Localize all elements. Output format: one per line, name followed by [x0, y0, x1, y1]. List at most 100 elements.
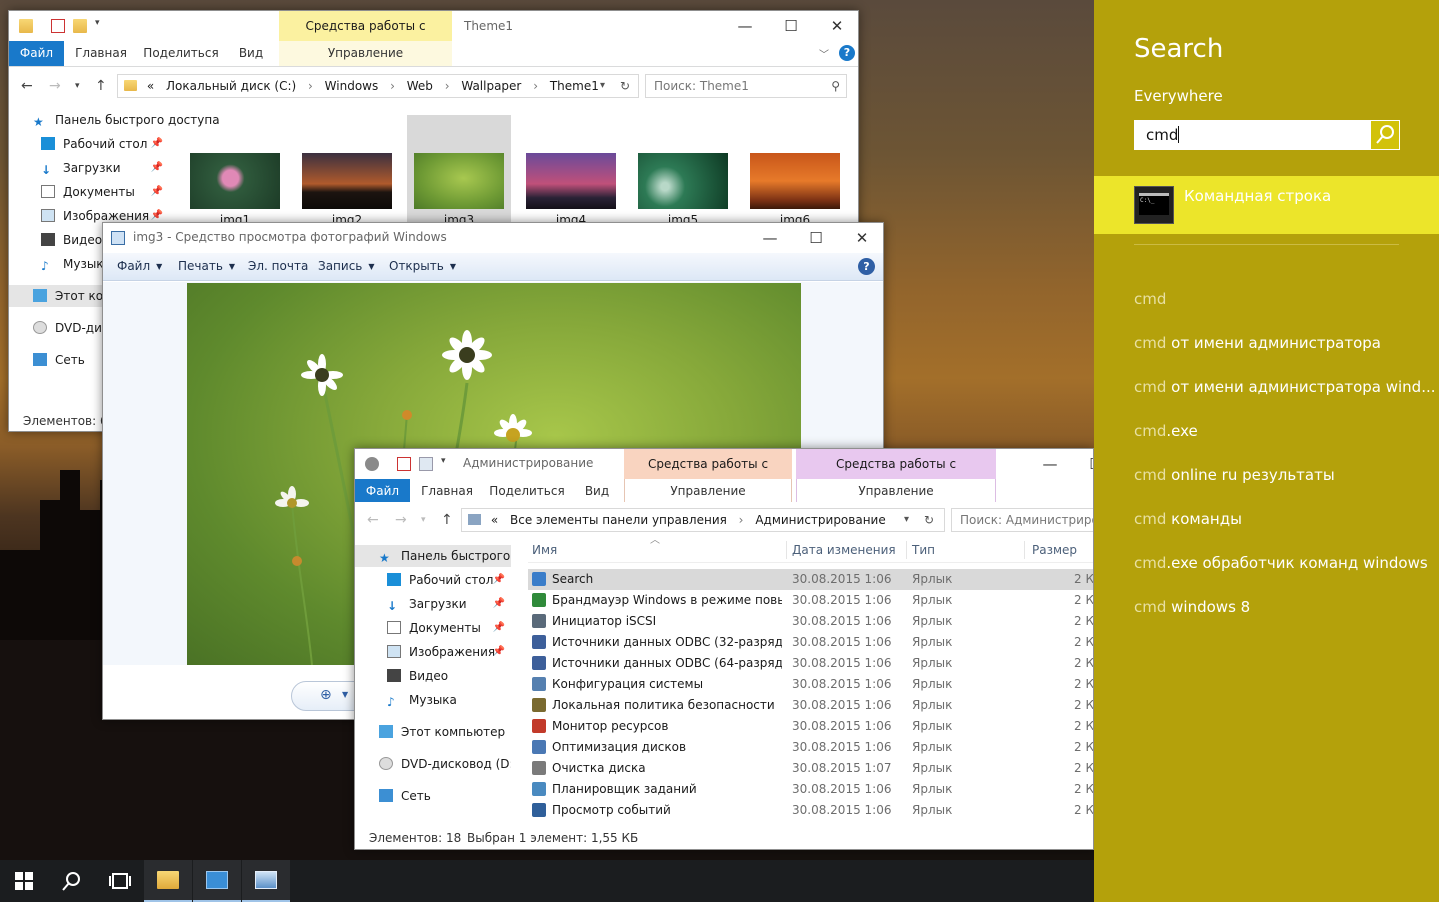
forward-arrow-icon[interactable]: → [49, 78, 61, 94]
nav-desktop[interactable]: Рабочий стол 📌 [41, 133, 169, 155]
pin-icon[interactable]: 📌 [493, 593, 505, 615]
back-arrow-icon[interactable]: ← [21, 78, 33, 94]
minimize-button[interactable]: — [747, 223, 793, 253]
tab-manage[interactable]: Управление [279, 41, 452, 66]
column-divider[interactable] [786, 541, 787, 559]
start-button[interactable] [0, 860, 48, 902]
search-input[interactable]: Поиск: Theme1 ⚲ [645, 74, 847, 98]
tab-share[interactable]: Поделиться [141, 41, 221, 66]
address-dropdown-icon[interactable]: ▾ [600, 75, 605, 97]
menu-email[interactable]: Эл. почта [248, 259, 308, 273]
breadcrumb-theme1[interactable]: Theme1 [550, 79, 599, 93]
pin-icon[interactable]: 📌 [493, 617, 505, 639]
nav-video[interactable]: Видео [41, 229, 102, 251]
nav-video[interactable]: Видео [387, 665, 448, 687]
breadcrumb-web[interactable]: Web [407, 79, 433, 93]
table-row[interactable]: Источники данных ODBC (64-разрядна... 30.… [528, 653, 1093, 674]
tab-manage-application[interactable]: Управление [796, 479, 996, 504]
nav-pictures[interactable]: Изображения 📌 [387, 641, 511, 663]
search-icon[interactable]: ⚲ [831, 75, 840, 97]
zoom-magnifier-icon[interactable]: ⊕ [320, 687, 332, 703]
table-row[interactable]: Оптимизация дисков 30.08.2015 1:06 Ярлык 2 … [528, 737, 1093, 758]
nav-network[interactable]: Сеть [33, 349, 85, 371]
address-dropdown-icon[interactable]: ▾ [904, 509, 909, 531]
search-suggestion[interactable]: cmd от имени администратора wind... [1134, 378, 1436, 396]
address-box[interactable]: « Все элементы панели управления › Админ… [461, 508, 945, 532]
tab-manage-shortcut[interactable]: Управление [624, 479, 792, 504]
maximize-button[interactable]: ☐ [768, 11, 814, 41]
breadcrumb-separator-icon[interactable]: › [308, 79, 313, 93]
search-suggestion[interactable]: cmd.exe обработчик команд windows [1134, 554, 1428, 572]
address-box[interactable]: « Локальный диск (C:) › Windows › Web › … [117, 74, 639, 98]
thumbnail-img5[interactable]: img5 [631, 115, 735, 233]
table-row[interactable]: Источники данных ODBC (32-разрядна... 30.… [528, 632, 1093, 653]
file-explorer-button[interactable] [144, 860, 192, 902]
minimize-button[interactable]: — [1027, 449, 1073, 479]
control-panel-button[interactable] [193, 860, 241, 902]
menu-file[interactable]: Файл ▼ [117, 259, 162, 273]
menu-burn[interactable]: Запись ▼ [318, 259, 375, 273]
top-result-command-prompt[interactable]: C:\_ Командная строка [1094, 176, 1439, 234]
breadcrumb-separator-icon[interactable]: › [739, 513, 744, 527]
column-header-name[interactable]: Имя [532, 537, 557, 563]
chevron-down-icon[interactable]: ▼ [342, 690, 348, 699]
search-suggestion[interactable]: cmd.exe [1134, 422, 1198, 440]
nav-documents[interactable]: Документы 📌 [41, 181, 169, 203]
breadcrumb-all-control-panel-items[interactable]: Все элементы панели управления [510, 513, 727, 527]
new-item-icon[interactable] [419, 457, 433, 471]
table-row[interactable]: Монитор ресурсов 30.08.2015 1:06 Ярлык 2 КБ [528, 716, 1093, 737]
nav-dvd-drive[interactable]: DVD-дисковод (D:) 2 [379, 753, 511, 775]
forward-arrow-icon[interactable]: → [395, 512, 407, 528]
task-view-button[interactable] [96, 860, 144, 902]
explorer-window-administration[interactable]: ▾ Администрирование Средства работы с яр… [354, 448, 1094, 850]
nav-downloads[interactable]: ↓ Загрузки 📌 [387, 593, 511, 615]
search-scope-selector[interactable]: Everywhere [1134, 87, 1223, 105]
recent-locations-icon[interactable]: ▾ [421, 515, 426, 525]
tab-share[interactable]: Поделиться [487, 479, 567, 504]
photo-viewer-button[interactable] [242, 860, 290, 902]
title-bar[interactable]: ▾ Администрирование Средства работы с яр… [355, 449, 1093, 501]
tab-home[interactable]: Главная [71, 41, 131, 66]
nav-downloads[interactable]: ↓ Загрузки 📌 [41, 157, 169, 179]
thumbnail-img2[interactable]: img2 [295, 115, 399, 233]
tab-view[interactable]: Вид [231, 41, 271, 66]
back-arrow-icon[interactable]: ← [367, 512, 379, 528]
address-overflow[interactable]: « [147, 79, 154, 93]
tab-file[interactable]: Файл [9, 41, 64, 66]
qat-dropdown-icon[interactable]: ▾ [95, 18, 100, 28]
pin-icon[interactable]: 📌 [493, 641, 505, 663]
table-row[interactable]: Search 30.08.2015 1:06 Ярлык 2 КБ [528, 569, 1093, 590]
pin-icon[interactable]: 📌 [151, 157, 163, 179]
pin-icon[interactable]: 📌 [151, 133, 163, 155]
nav-documents[interactable]: Документы 📌 [387, 617, 511, 639]
menu-open[interactable]: Открыть ▼ [389, 259, 456, 273]
pin-icon[interactable]: 📌 [151, 181, 163, 203]
up-arrow-icon[interactable]: ↑ [95, 78, 107, 94]
search-suggestion[interactable]: cmd от имени администратора [1134, 334, 1381, 352]
thumbnail-img1[interactable]: img1 [183, 115, 287, 233]
nav-desktop[interactable]: Рабочий стол 📌 [387, 569, 511, 591]
table-row[interactable]: Конфигурация системы 30.08.2015 1:06 Ярлык… [528, 674, 1093, 695]
table-row[interactable]: Планировщик заданий 30.08.2015 1:06 Ярлык 2… [528, 779, 1093, 800]
close-button[interactable]: ✕ [814, 11, 858, 41]
maximize-button[interactable]: ☐ [793, 223, 839, 253]
nav-music[interactable]: ♪ Музыка [387, 689, 457, 711]
nav-music[interactable]: ♪ Музыка [41, 253, 111, 275]
search-suggestion[interactable]: cmd windows 8 [1134, 598, 1250, 616]
tab-view[interactable]: Вид [577, 479, 617, 504]
search-button[interactable] [48, 860, 96, 902]
new-folder-icon[interactable] [73, 19, 87, 33]
properties-icon[interactable] [51, 19, 65, 33]
pin-icon[interactable]: 📌 [493, 569, 505, 591]
recent-locations-icon[interactable]: ▾ [75, 81, 80, 91]
column-header-date[interactable]: Дата изменения [792, 537, 896, 563]
nav-this-pc[interactable]: Этот компьютер [379, 721, 505, 743]
breadcrumb-separator-icon[interactable]: › [390, 79, 395, 93]
thumbnail-img6[interactable]: img6 [743, 115, 847, 233]
column-divider[interactable] [906, 541, 907, 559]
up-arrow-icon[interactable]: ↑ [441, 512, 453, 528]
help-icon[interactable]: ? [858, 258, 875, 275]
table-row[interactable]: Локальная политика безопасности 30.08.201… [528, 695, 1093, 716]
search-suggestion[interactable]: cmd команды [1134, 510, 1242, 528]
column-header-type[interactable]: Тип [912, 537, 935, 563]
